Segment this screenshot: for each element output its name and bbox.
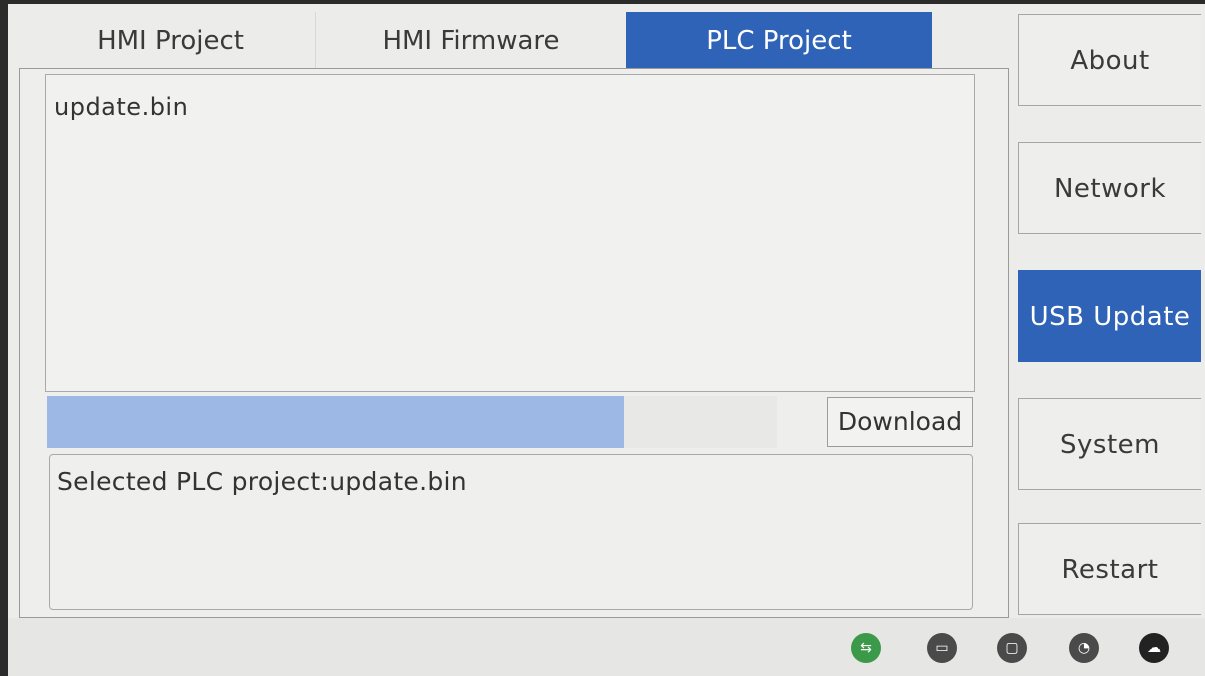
sd-card-icon: ▭ (927, 633, 957, 663)
sidebar-item-network[interactable]: Network (1018, 142, 1201, 234)
tab-hmi-project[interactable]: HMI Project (29, 12, 312, 70)
sidebar-item-about[interactable]: About (1018, 14, 1201, 106)
tab-divider (315, 12, 316, 70)
status-box: Selected PLC project:update.bin (49, 454, 973, 610)
status-message: Selected PLC project:update.bin (57, 467, 467, 496)
cloud-icon: ☁ (1139, 633, 1169, 663)
file-list[interactable]: update.bin (45, 74, 975, 392)
progress-bar-fill (47, 396, 624, 448)
tab-plc-project[interactable]: PLC Project (626, 12, 932, 70)
sidebar-item-system[interactable]: System (1018, 398, 1201, 490)
usb-icon: ⇆ (851, 633, 881, 663)
memory-icon: ▢ (997, 633, 1027, 663)
hmi-screen: HMI Project HMI Firmware PLC Project upd… (8, 4, 1205, 676)
wifi-icon: ◔ (1069, 633, 1099, 663)
download-button[interactable]: Download (827, 397, 973, 447)
sidebar-item-usb-update[interactable]: USB Update (1018, 270, 1201, 362)
tab-hmi-firmware[interactable]: HMI Firmware (318, 12, 624, 70)
sidebar-item-restart[interactable]: Restart (1018, 523, 1201, 615)
progress-bar (47, 396, 777, 448)
file-list-item[interactable]: update.bin (54, 93, 188, 121)
status-bar: ⇆ ▭ ▢ ◔ ☁ (8, 618, 1205, 676)
